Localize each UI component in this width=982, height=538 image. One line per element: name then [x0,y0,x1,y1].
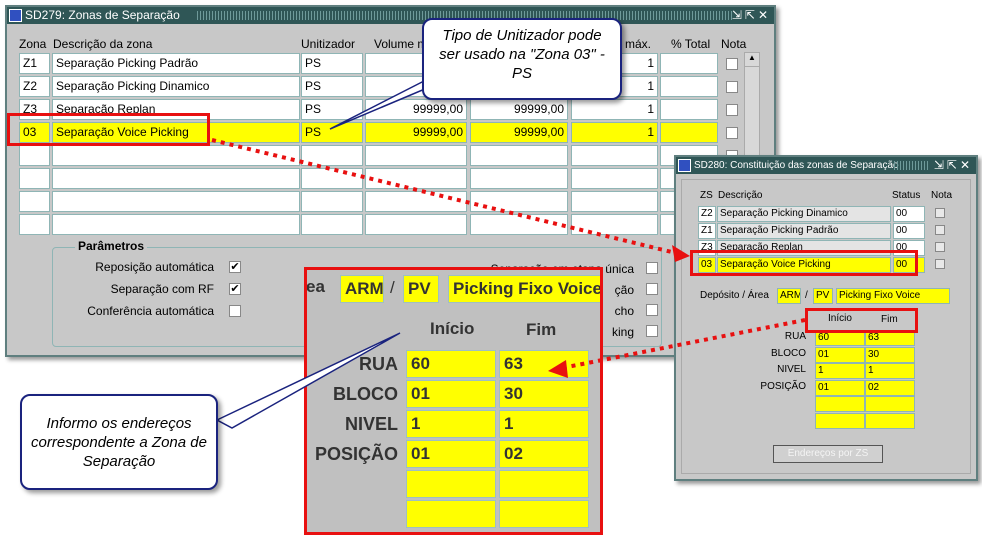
callout-unitizador: Tipo de Unitizador pode ser usado na "Zo… [422,18,622,100]
callout-pointer-bottom [215,332,401,429]
arrowhead-1 [672,245,690,262]
dotted-arrow-2 [561,318,806,370]
callout-pointer-top [329,79,434,130]
dotted-arrow-1 [211,138,681,256]
callout-enderecos: Informo os endereços correspondente a Zo… [20,394,218,490]
arrowhead-2 [548,360,568,378]
